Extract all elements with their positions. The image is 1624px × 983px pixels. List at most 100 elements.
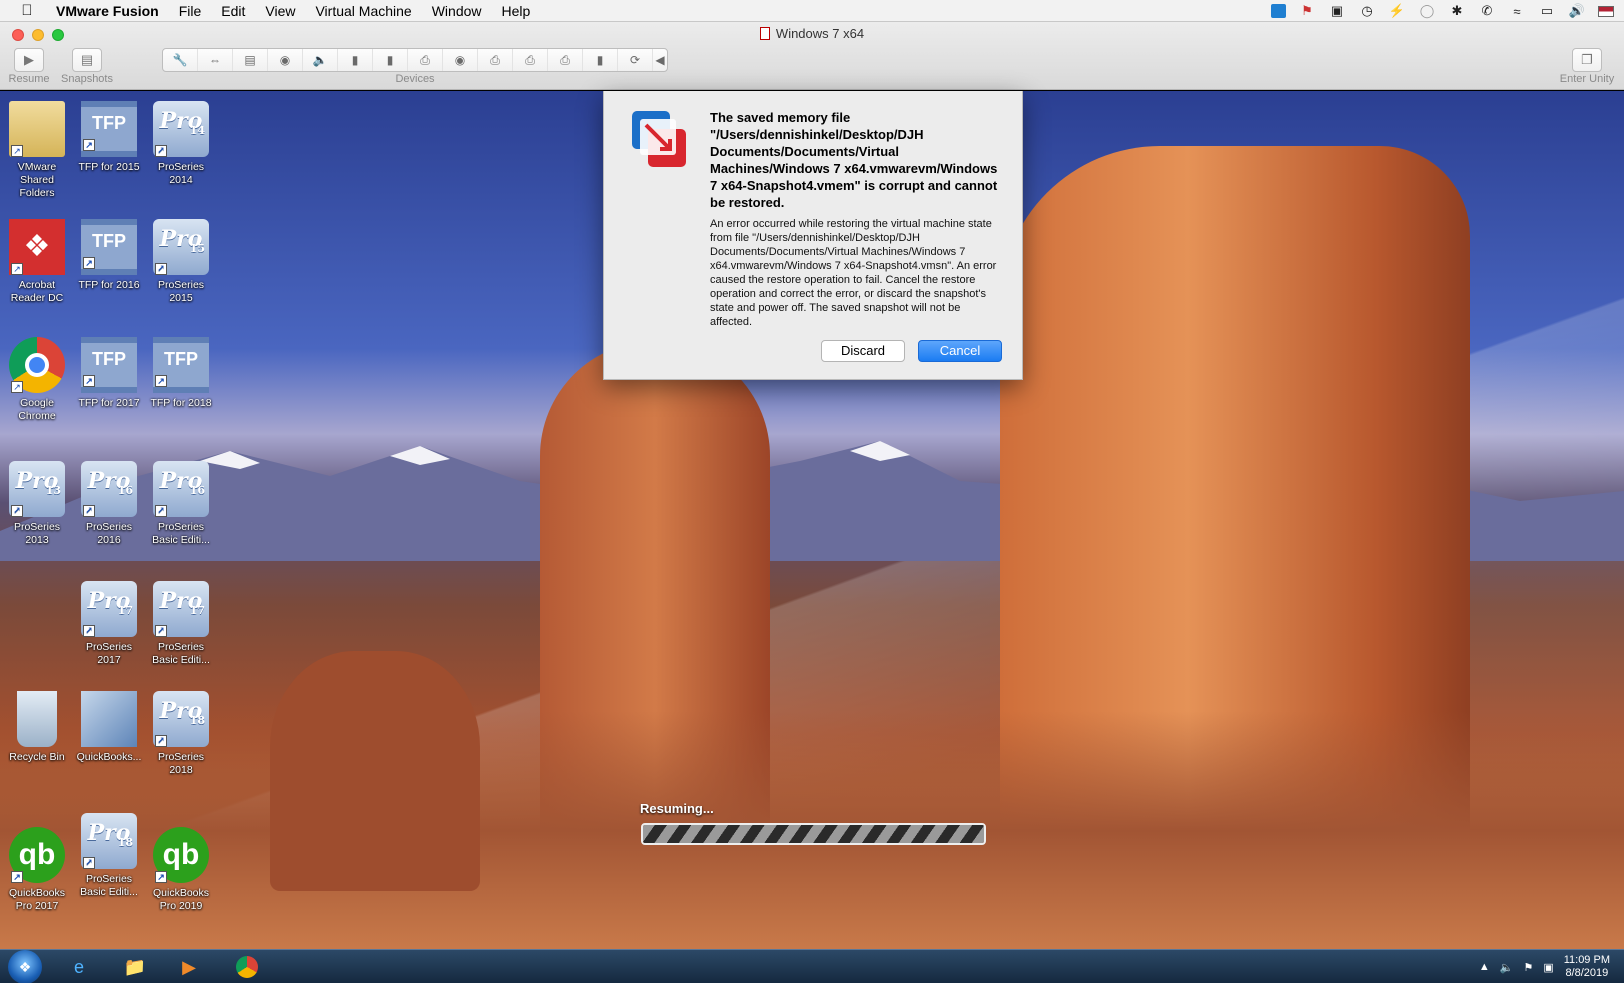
proseries-icon: Pro 18 ↗ <box>153 691 209 747</box>
chevron-left-icon[interactable]: ◀ <box>653 49 667 71</box>
desktop-icon-proseries-2015[interactable]: Pro 15 ↗ ProSeries 2015 <box>146 219 216 305</box>
shortcut-arrow-icon: ↗ <box>11 381 23 393</box>
error-dialog: The saved memory file "/Users/dennishink… <box>603 91 1023 380</box>
volume-icon[interactable]: 🔊 <box>1568 3 1586 19</box>
devices-label: Devices <box>395 73 435 85</box>
wrench-icon[interactable]: 🔧 <box>163 49 198 71</box>
file-explorer-icon[interactable]: 📁 <box>120 953 150 981</box>
vmware-tray-icon[interactable] <box>1271 4 1286 18</box>
start-button[interactable]: ❖ <box>8 950 42 983</box>
tfp-icon: TFP ↗ <box>81 219 137 275</box>
snapshots-label: Snapshots <box>61 73 113 85</box>
sound-icon[interactable]: 🔈 <box>303 49 338 71</box>
disk-icon[interactable]: ▤ <box>233 49 268 71</box>
windows-taskbar: ❖ e 📁 ▶ ▲ 🔈 ⚑ ▣ 11:09 PM 8/8/2019 <box>0 949 1624 983</box>
usb-device-icon[interactable]: ▮ <box>338 49 373 71</box>
proseries-icon: Pro 17 ↗ <box>81 581 137 637</box>
wifi-icon[interactable]: ≈ <box>1508 3 1526 19</box>
desktop-icon-label: ProSeries Basic Editi... <box>152 641 210 666</box>
printer-icon[interactable]: ⎙ <box>548 49 583 71</box>
desktop-icon-proseries-basic-2016[interactable]: Pro 16 ↗ ProSeries Basic Editi... <box>146 461 216 547</box>
menu-app-name[interactable]: VMware Fusion <box>42 0 169 22</box>
desktop-icon-proseries-2017[interactable]: Pro 17 ↗ ProSeries 2017 <box>74 581 144 667</box>
desktop-icon-tfp-2015[interactable]: TFP ↗ TFP for 2015 <box>74 101 144 174</box>
snapshot-icon: ▤ <box>80 52 94 67</box>
desktop-icon-label: ProSeries 2017 <box>85 641 133 666</box>
cancel-button[interactable]: Cancel <box>918 340 1002 362</box>
apple-menu-icon[interactable]:  <box>12 2 42 19</box>
devices-toolbar: 🔧 ⇔ ▤ ◉ 🔈 ▮ ▮ ⎙ ◉ ⎙ ⎙ ⎙ ▮ ⟳ ◀ <box>162 48 668 72</box>
taskbar-clock[interactable]: 11:09 PM 8/8/2019 <box>1564 954 1610 980</box>
airplay-icon[interactable]: ▭ <box>1538 3 1556 19</box>
chrome-taskbar-icon[interactable] <box>232 953 262 981</box>
flag-tray-icon[interactable]: ⚑ <box>1523 961 1533 974</box>
printer-icon[interactable]: ⎙ <box>408 49 443 71</box>
desktop-icon-proseries-2014[interactable]: Pro 14 ↗ ProSeries 2014 <box>146 101 216 187</box>
desktop-icon-proseries-2013[interactable]: Pro 13 ↗ ProSeries 2013 <box>2 461 72 547</box>
bluetooth-icon[interactable]: ✱ <box>1448 3 1466 19</box>
proseries-icon: Pro 14 ↗ <box>153 101 209 157</box>
proseries-icon: Pro 17 ↗ <box>153 581 209 637</box>
discard-button[interactable]: Discard <box>821 340 905 362</box>
desktop-icon-label: ProSeries 2016 <box>85 521 133 546</box>
desktop-icon-label: TFP for 2017 <box>78 397 140 409</box>
vmware-fusion-icon <box>632 111 686 167</box>
desktop-icon-label: QuickBooks Pro 2019 <box>152 887 210 912</box>
sync-icon[interactable]: ⟳ <box>618 49 653 71</box>
internet-explorer-icon[interactable]: e <box>64 953 94 981</box>
lightning-icon[interactable]: ⚡ <box>1388 3 1406 19</box>
shortcut-arrow-icon: ↗ <box>83 257 95 269</box>
time-machine-icon[interactable]: ◷ <box>1358 3 1376 19</box>
network-icon[interactable]: ⇔ <box>198 49 233 71</box>
menu-edit[interactable]: Edit <box>211 0 255 22</box>
volume-tray-icon[interactable]: 🔈 <box>1500 961 1514 974</box>
printer-icon[interactable]: ⎙ <box>513 49 548 71</box>
status-icons: ⚑ ▣ ◷ ⚡ ◯ ✱ ✆ ≈ ▭ 🔊 <box>1271 0 1614 22</box>
usb-device-icon[interactable]: ▮ <box>583 49 618 71</box>
desktop-icon-proseries-basic-2018[interactable]: Pro 18 ↗ ProSeries Basic Editi... <box>74 813 144 899</box>
desktop-icon-vmware-shared-folders[interactable]: ↗ VMware Shared Folders <box>2 101 72 200</box>
dialog-title: The saved memory file "/Users/dennishink… <box>710 110 998 210</box>
desktop-icon-quickbooks-pro-2017[interactable]: qb ↗ QuickBooks Pro 2017 <box>2 827 72 913</box>
menu-window[interactable]: Window <box>422 0 492 22</box>
enter-unity-label: Enter Unity <box>1559 73 1615 85</box>
windows-stack-icon[interactable]: ▣ <box>1328 3 1346 19</box>
windows-logo-icon: ❖ <box>18 958 32 975</box>
menu-help[interactable]: Help <box>492 0 541 22</box>
resume-button[interactable]: ▶ <box>14 48 44 72</box>
proseries-icon: Pro 16 ↗ <box>81 461 137 517</box>
desktop-icon-tfp-2017[interactable]: TFP ↗ TFP for 2017 <box>74 337 144 410</box>
desktop-icon-proseries-2018[interactable]: Pro 18 ↗ ProSeries 2018 <box>146 691 216 777</box>
desktop-icon-proseries-basic-2017[interactable]: Pro 17 ↗ ProSeries Basic Editi... <box>146 581 216 667</box>
shortcut-arrow-icon: ↗ <box>155 505 167 517</box>
network-tray-icon[interactable]: ▣ <box>1543 961 1553 974</box>
snapshots-button[interactable]: ▤ <box>72 48 102 72</box>
desktop-icon-recycle-bin[interactable]: Recycle Bin <box>2 691 72 764</box>
clock-date: 8/8/2019 <box>1565 967 1609 979</box>
shield-icon[interactable]: ⚑ <box>1298 3 1316 19</box>
proseries-icon: Pro 16 ↗ <box>153 461 209 517</box>
desktop-icon-acrobat-reader[interactable]: ❖ ↗ Acrobat Reader DC <box>2 219 72 305</box>
desktop-icon-google-chrome[interactable]: ↗ Google Chrome <box>2 337 72 423</box>
desktop-icon-label: TFP for 2015 <box>78 161 140 173</box>
menu-view[interactable]: View <box>255 0 305 22</box>
tray-expand-icon[interactable]: ▲ <box>1479 961 1490 973</box>
proseries-icon: Pro 13 ↗ <box>9 461 65 517</box>
media-player-icon[interactable]: ▶ <box>174 953 204 981</box>
usb-device-icon[interactable]: ▮ <box>373 49 408 71</box>
desktop-icon-tfp-2016[interactable]: TFP ↗ TFP for 2016 <box>74 219 144 292</box>
printer-icon[interactable]: ⎙ <box>478 49 513 71</box>
flag-icon[interactable] <box>1598 5 1614 17</box>
chat-bubble-icon[interactable]: ◯ <box>1418 3 1436 19</box>
desktop-icon-tfp-2018[interactable]: TFP ↗ TFP for 2018 <box>146 337 216 410</box>
camera-icon[interactable]: ◉ <box>443 49 478 71</box>
desktop-icon-quickbooks-pro-2019[interactable]: qb ↗ QuickBooks Pro 2019 <box>146 827 216 913</box>
enter-unity-button[interactable]: ❐ <box>1572 48 1602 72</box>
lock-icon[interactable]: ◉ <box>268 49 303 71</box>
menu-file[interactable]: File <box>169 0 212 22</box>
desktop-icon-proseries-2016[interactable]: Pro 16 ↗ ProSeries 2016 <box>74 461 144 547</box>
phone-icon[interactable]: ✆ <box>1478 3 1496 19</box>
shortcut-arrow-icon: ↗ <box>11 871 23 883</box>
menu-virtual-machine[interactable]: Virtual Machine <box>305 0 421 22</box>
desktop-icon-quickbooks-installer[interactable]: QuickBooks... <box>74 691 144 764</box>
